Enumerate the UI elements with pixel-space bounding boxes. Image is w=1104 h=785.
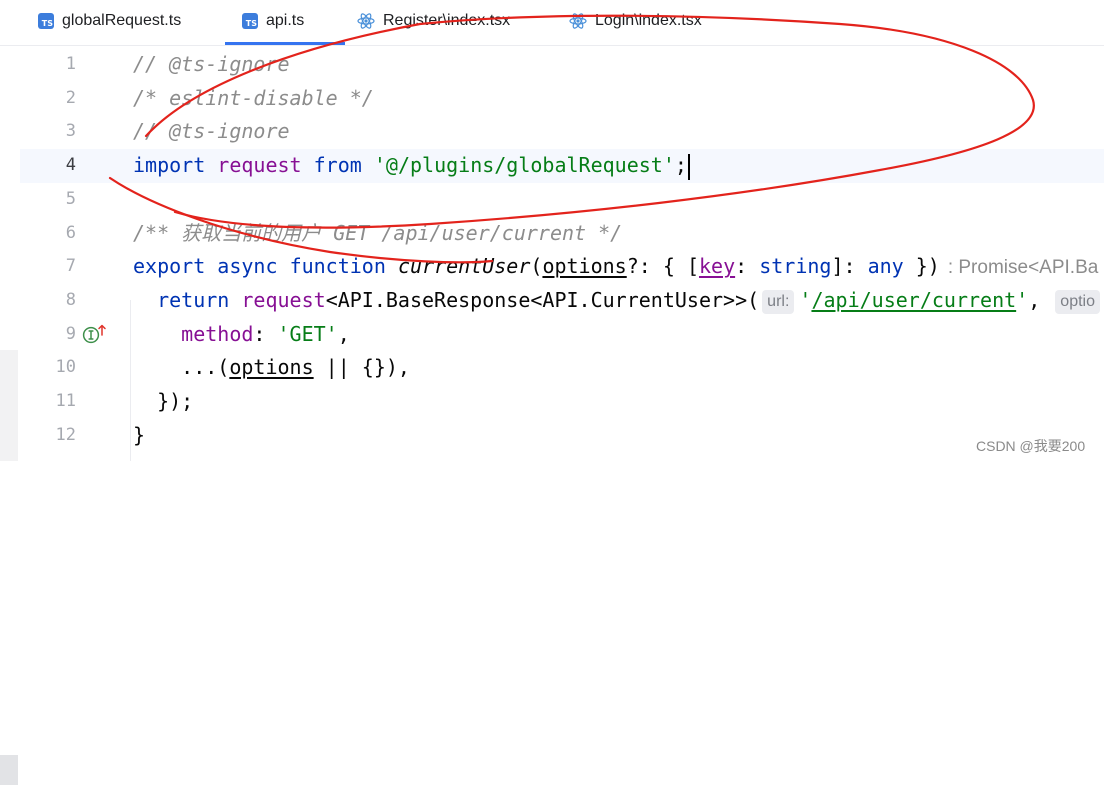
code-editor[interactable]: // @ts-ignore /* eslint-disable */ // @ts-… [133,48,1104,453]
keyword-token: function [289,254,386,279]
code-line[interactable]: return request<API.BaseResponse<API.Curr… [133,284,1104,318]
code-line[interactable]: method: 'GET', [133,318,1104,352]
line-number[interactable]: 4 [0,149,76,183]
parameter-name-hint: url: [762,289,795,314]
line-number[interactable]: 3 [0,115,76,149]
code-text-token: , [337,321,350,346]
code-line[interactable]: }); [133,385,1104,419]
return-type-hint: : Promise<API.Ba [947,257,1099,279]
function-name-token: currentUser [397,254,531,279]
code-text-token: } [133,422,146,447]
tab-label: Login\index.tsx [595,12,702,29]
keyword-token: from [313,153,362,178]
code-text-token: , [1028,288,1053,313]
line-number[interactable]: 2 [0,82,76,116]
code-line[interactable]: ...(options || {}), [133,351,1104,385]
tab-register-index-tsx[interactable]: Register\index.tsx [345,0,535,45]
code-line[interactable]: // @ts-ignore [133,115,1104,149]
keyword-token: export [133,254,206,279]
code-line[interactable]: /** 获取当前的用户 GET /api/user/current */ [133,217,1104,251]
tab-label: Register\index.tsx [383,12,511,29]
code-line[interactable] [133,183,1104,217]
left-panel-scrollbar-thumb[interactable] [0,755,18,785]
code-text-token: }); [133,389,194,414]
string-token: ' [799,288,812,313]
comment-token: /* eslint-disable */ [133,85,374,110]
string-token: '@/plugins/globalRequest' [373,153,675,178]
typescript-file-icon: TS [242,13,258,29]
keyword-token: return [157,288,230,313]
code-text-token: ...( [133,355,230,380]
string-token: 'GET' [277,321,338,346]
code-text-token: : [253,321,278,346]
react-file-icon [569,13,587,29]
line-number[interactable]: 5 [0,183,76,217]
comment-token: /** 获取当前的用户 GET /api/user/current */ [133,220,623,245]
line-number[interactable]: 8 [0,284,76,318]
react-file-icon [357,13,375,29]
index-key-token: key [698,254,736,279]
string-token: ' [1016,288,1029,313]
code-line[interactable]: import request from '@/plugins/globalReq… [133,149,1104,183]
implements-marker-icon[interactable] [82,323,110,345]
parameter-token: options [229,355,314,380]
tab-label: globalRequest.ts [62,12,182,29]
text-caret [687,153,690,180]
code-text-token: ( [530,254,543,279]
typescript-file-icon: TS [38,13,54,29]
csdn-watermark: CSDN @我要200 [976,438,1086,454]
tab-login-index-tsx[interactable]: Login\index.tsx [556,0,722,45]
code-line[interactable]: } [133,419,1104,453]
keyword-token: string [759,254,832,279]
keyword-token: any [867,254,904,279]
code-text-token: : [735,254,760,279]
code-line[interactable]: /* eslint-disable */ [133,82,1104,116]
keyword-token: async [217,254,278,279]
code-text-token: <API.BaseResponse<API.CurrentUser>>( [325,288,760,313]
tab-label: api.ts [266,12,305,29]
keyword-token: import [133,153,206,178]
code-text-token: ?: { [ [626,254,699,279]
editor-tab-bar: TS globalRequest.ts TS api.ts Register\i… [0,0,1104,46]
code-text-token: || {}), [313,355,410,380]
property-token: method [181,321,254,346]
line-number[interactable]: 6 [0,217,76,251]
parameter-token: options [542,254,627,279]
code-text-token: }) [903,254,940,279]
line-number[interactable]: 7 [0,250,76,284]
url-string-link[interactable]: /api/user/current [811,288,1016,312]
code-text-token: ]: [831,254,868,279]
line-number[interactable]: 9 [0,318,76,352]
tab-globalrequest-ts[interactable]: TS globalRequest.ts [24,0,210,45]
tab-api-ts[interactable]: TS api.ts [225,0,345,45]
code-text-token: ; [674,153,687,178]
line-number[interactable]: 1 [0,48,76,82]
identifier-token: request [217,153,302,178]
left-panel-scrollbar[interactable] [0,350,18,785]
parameter-name-hint: optio [1055,289,1100,314]
code-line[interactable]: export async function currentUser(option… [133,250,1104,284]
code-line[interactable]: // @ts-ignore [133,48,1104,82]
fold-guide-line [130,300,131,461]
comment-token: // @ts-ignore [133,52,290,76]
identifier-token: request [241,288,326,313]
comment-token: // @ts-ignore [133,119,290,144]
